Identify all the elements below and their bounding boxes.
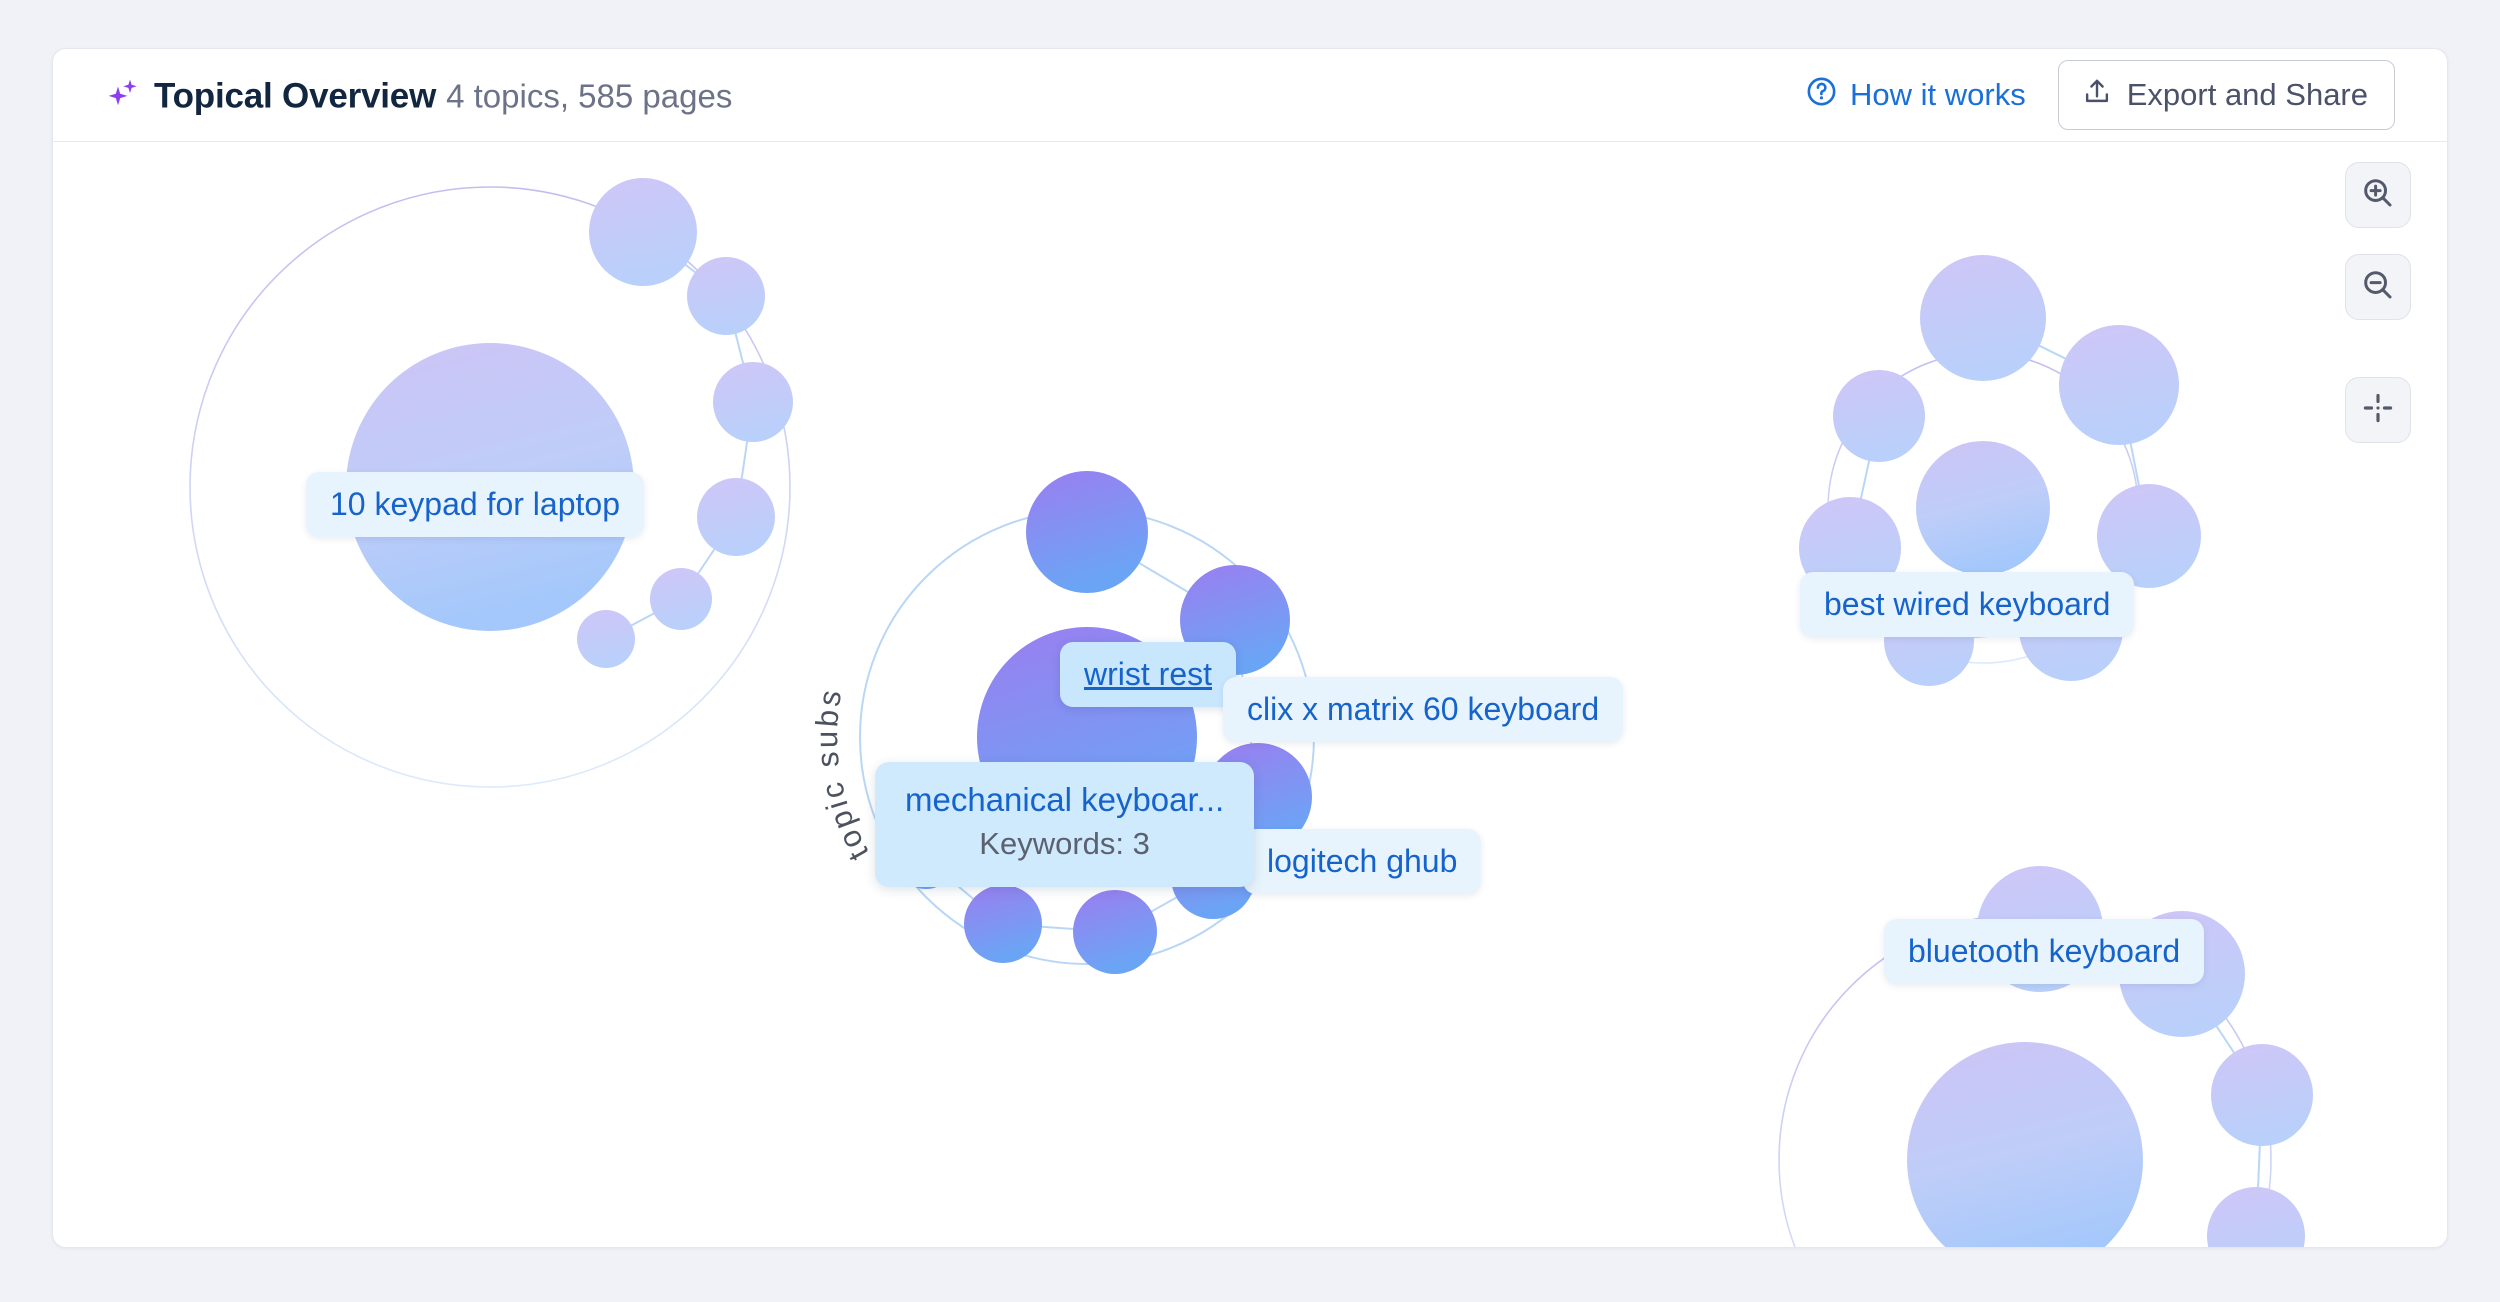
subtopic-bubble	[650, 568, 712, 630]
magnifier-plus-icon	[2360, 175, 2396, 216]
tooltip-keywords-count: Keywords: 3	[905, 824, 1224, 864]
export-and-share-button[interactable]: Export and Share	[2058, 60, 2395, 130]
magnifier-minus-icon	[2360, 267, 2396, 308]
upload-icon	[2081, 75, 2113, 115]
cluster-label-bluetooth-keyboard[interactable]: bluetooth keyboard	[1884, 919, 2204, 984]
how-it-works-label: How it works	[1850, 77, 2026, 113]
hover-tooltip: mechanical keyboar... Keywords: 3	[875, 762, 1254, 887]
subtopic-bubble	[2207, 1187, 2305, 1248]
subtopic-bubble	[2059, 325, 2179, 445]
subtopic-bubble	[1073, 890, 1157, 974]
cluster-label-text: wrist rest	[1084, 656, 1212, 692]
page-subtitle: 4 topics, 585 pages	[446, 78, 732, 116]
pillar-bubble	[1907, 1042, 2143, 1248]
subtopic-bubble	[589, 178, 697, 286]
canvas-controls	[2345, 162, 2411, 443]
title-group: Topical Overview 4 topics, 585 pages	[106, 74, 732, 117]
cluster-label-text: logitech ghub	[1267, 843, 1457, 879]
zoom-in-button[interactable]	[2345, 162, 2411, 228]
ai-sparkle-icon	[106, 77, 140, 116]
cluster-label-clix[interactable]: clix x matrix 60 keyboard	[1223, 677, 1623, 742]
subtopic-bubble	[687, 257, 765, 335]
subtopic-bubble	[713, 362, 793, 442]
tooltip-title: mechanical keyboar...	[905, 780, 1224, 820]
cluster-label-best-wired-keyboard[interactable]: best wired keyboard	[1800, 572, 2134, 637]
subtopic-bubble	[964, 885, 1042, 963]
card-header: Topical Overview 4 topics, 585 pages How…	[53, 49, 2447, 142]
cluster-label-wrist-rest[interactable]: wrist rest	[1060, 642, 1236, 707]
graph-canvas[interactable]: topic subs pillar 10 keypad for laptopwr…	[53, 142, 2447, 1248]
cluster-label-text: 10 keypad for laptop	[330, 486, 620, 522]
subtopic-bubble	[697, 478, 775, 556]
subtopic-bubble	[1833, 370, 1925, 462]
page-title: Topical Overview	[154, 77, 436, 117]
topical-overview-card: Topical Overview 4 topics, 585 pages How…	[52, 48, 2448, 1248]
cluster-label-logitech[interactable]: logitech ghub	[1243, 829, 1481, 894]
subtopic-bubble	[1026, 471, 1148, 593]
subtopic-bubble	[2211, 1044, 2313, 1146]
zoom-out-button[interactable]	[2345, 254, 2411, 320]
cluster-label-text: clix x matrix 60 keyboard	[1247, 691, 1599, 727]
question-circle-icon	[1805, 75, 1838, 116]
subtopic-bubble	[1920, 255, 2046, 381]
crosshair-icon	[2360, 390, 2396, 431]
cluster-label-text: bluetooth keyboard	[1908, 933, 2180, 969]
arc-label-topic-subs: topic subs	[809, 685, 876, 867]
cluster-label-text: best wired keyboard	[1824, 586, 2110, 622]
export-and-share-label: Export and Share	[2127, 77, 2368, 113]
pillar-bubble	[1916, 441, 2050, 575]
subtopic-bubble	[577, 610, 635, 668]
recenter-button[interactable]	[2345, 377, 2411, 443]
cluster-label-keypad[interactable]: 10 keypad for laptop	[306, 472, 644, 537]
how-it-works-link[interactable]: How it works	[1805, 75, 2026, 116]
header-actions: How it works Export and Share	[1805, 60, 2395, 130]
